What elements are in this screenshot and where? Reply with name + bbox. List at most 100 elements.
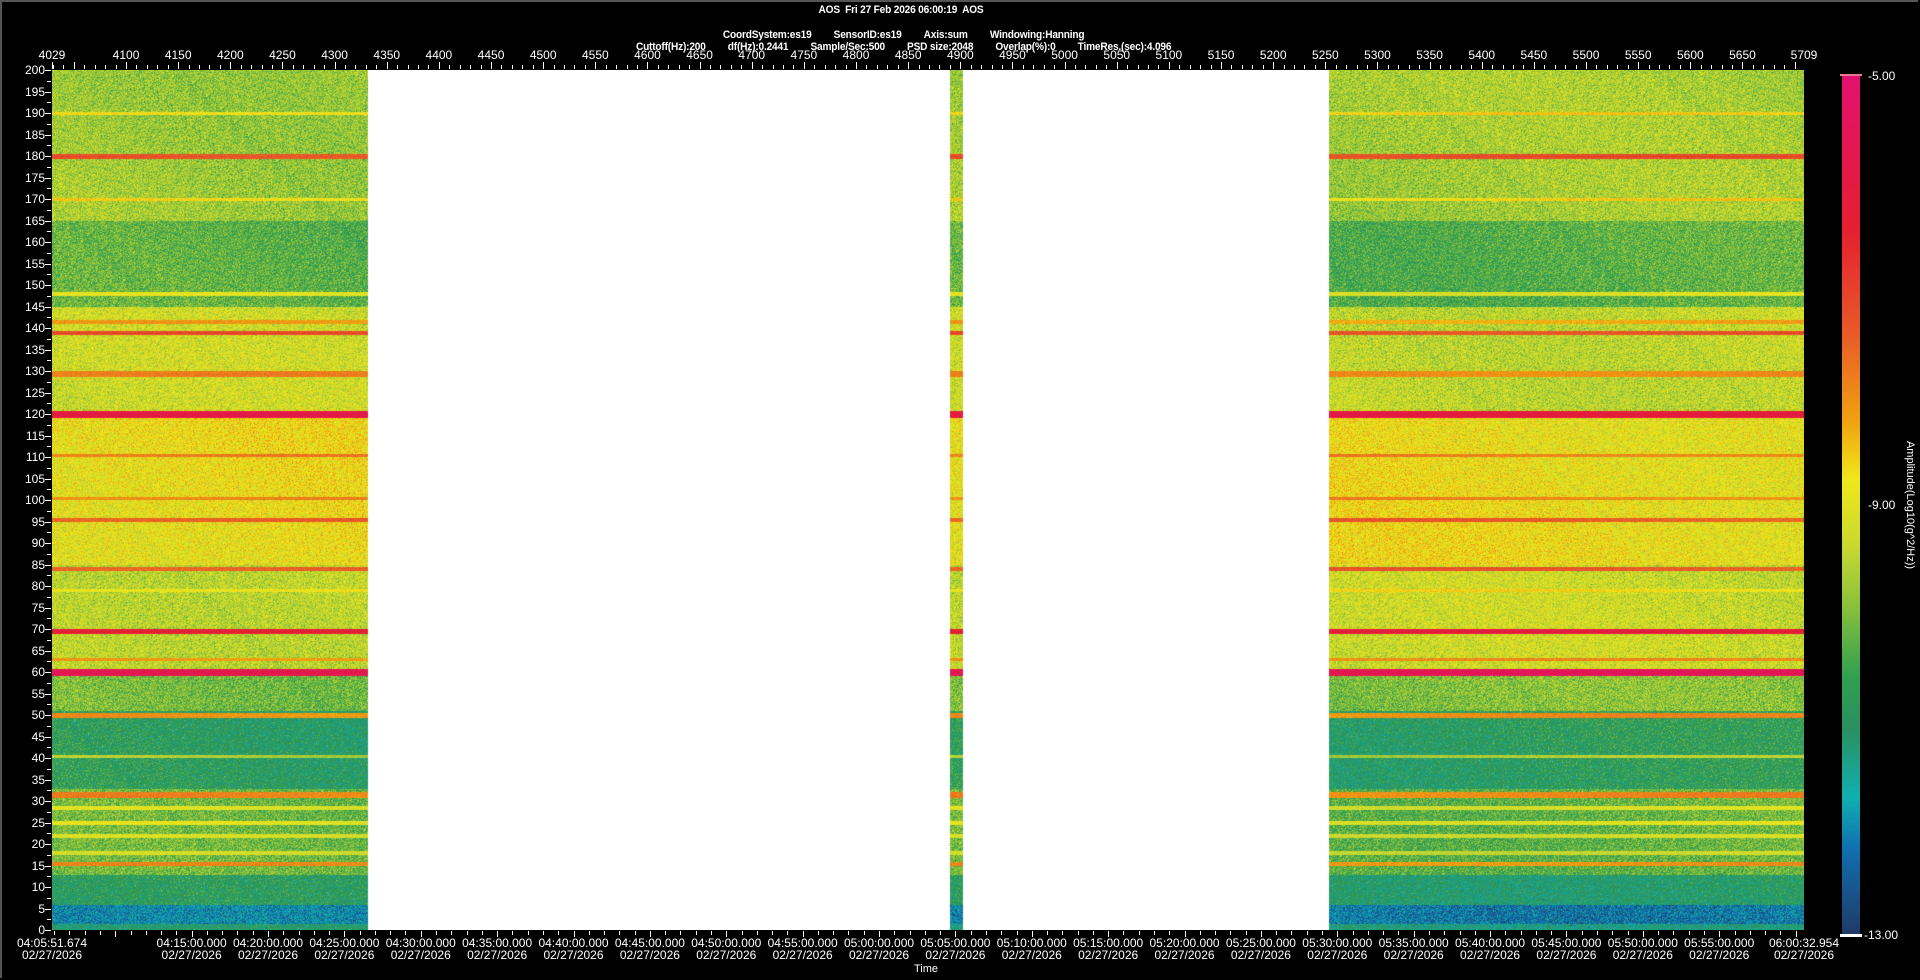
- time-axis-tick: [864, 931, 865, 935]
- top-axis-label: 5650: [1729, 48, 1756, 62]
- y-axis-tick: [45, 565, 51, 566]
- time-axis-tick: [451, 931, 452, 935]
- time-label: 05:10:00.000 02/27/2026: [997, 937, 1067, 961]
- y-axis-tick: [45, 737, 51, 738]
- time-axis-tick: [1139, 931, 1140, 935]
- top-axis-label: 4500: [529, 48, 557, 62]
- top-axis-tick: [1596, 65, 1597, 69]
- y-axis-label: 90: [31, 536, 45, 550]
- time-axis-tick: [1475, 931, 1476, 935]
- time-axis-tick: [1460, 931, 1461, 935]
- colorbar-tick-mid: -9.00: [1868, 498, 1896, 512]
- time-axis-tick: [115, 931, 116, 937]
- y-axis-tick: [45, 414, 51, 415]
- top-axis-tick: [157, 65, 158, 69]
- top-axis-tick: [63, 65, 64, 69]
- time-axis-tick: [1689, 931, 1690, 935]
- y-axis-tick: [45, 113, 51, 114]
- y-axis-label: 135: [24, 342, 45, 357]
- y-axis-tick: [45, 156, 51, 157]
- y-axis-label: 180: [24, 149, 45, 163]
- time-axis-tick: [375, 931, 376, 935]
- spectrogram-plot[interactable]: [52, 70, 1804, 930]
- top-axis-label: 4750: [790, 48, 818, 62]
- top-axis-tick: [84, 65, 85, 69]
- top-axis-tick: [95, 65, 96, 69]
- time-axis-tick: [528, 931, 529, 935]
- top-axis-tick: [1106, 65, 1107, 69]
- top-axis-tick: [1534, 62, 1535, 69]
- y-axis-tick: [45, 178, 51, 179]
- y-axis-label: 190: [24, 106, 45, 120]
- y-axis-label: 160: [24, 235, 45, 249]
- y-axis-label: 130: [24, 364, 45, 378]
- top-axis-tick: [52, 62, 53, 69]
- top-axis-label: 4100: [112, 48, 140, 62]
- time-label-date: 02/27/2026: [1773, 948, 1835, 962]
- top-axis-tick: [929, 65, 930, 69]
- top-axis-tick: [314, 65, 315, 69]
- y-axis-label: 115: [25, 428, 45, 443]
- time-label: 06:00:32.954 02/27/2026: [1769, 937, 1839, 961]
- time-axis-tick: [1612, 931, 1613, 935]
- time-label: 04:15:00.000 02/27/2026: [157, 937, 227, 961]
- y-axis-tick: [45, 221, 51, 222]
- y-axis-minor-tick: [47, 317, 51, 318]
- top-axis-tick: [1586, 62, 1587, 69]
- top-axis-tick: [168, 65, 169, 69]
- y-axis-tick: [45, 135, 51, 136]
- top-axis-tick: [1628, 65, 1629, 69]
- top-axis-tick: [804, 62, 805, 69]
- time-axis-tick: [283, 931, 284, 935]
- y-axis-label: 175: [24, 170, 45, 185]
- y-axis-label: 50: [31, 708, 45, 722]
- top-axis-label: 5600: [1676, 48, 1704, 62]
- y-axis-minor-tick: [47, 231, 51, 232]
- top-axis-tick: [335, 62, 336, 69]
- top-axis-tick: [1158, 65, 1159, 69]
- time-axis-tick: [665, 931, 666, 935]
- top-axis-tick: [877, 65, 878, 69]
- time-label: 05:35:00.000 02/27/2026: [1379, 937, 1449, 961]
- top-axis-tick: [679, 65, 680, 69]
- time-axis-tick: [1307, 931, 1308, 935]
- top-axis-label: 5150: [1207, 48, 1235, 62]
- time-axis-tick: [314, 931, 315, 935]
- y-axis-minor-tick: [47, 124, 51, 125]
- time-axis-tick: [696, 931, 697, 935]
- time-axis-tick: [436, 931, 437, 935]
- time-axis-tick: [910, 931, 911, 935]
- top-axis-tick: [1284, 65, 1285, 69]
- colorbar-tick-max: -5.00: [1868, 69, 1896, 83]
- top-axis-label: 4200: [216, 48, 244, 62]
- y-axis-minor-tick: [47, 683, 51, 684]
- y-axis-label: 150: [24, 278, 45, 292]
- y-axis-label: 140: [24, 321, 45, 335]
- top-axis-tick: [178, 62, 179, 69]
- top-axis-tick: [1085, 65, 1086, 69]
- top-axis-tick: [950, 65, 951, 69]
- time-label-date: 02/27/2026: [543, 948, 604, 962]
- top-axis-tick: [1169, 62, 1170, 69]
- top-axis-tick: [1221, 62, 1222, 69]
- y-axis-tick: [45, 758, 51, 759]
- top-axis-tick: [887, 65, 888, 69]
- time-label-date: 02/27/2026: [1307, 948, 1368, 962]
- y-axis-minor-tick: [47, 274, 51, 275]
- y-axis-tick: [45, 586, 51, 587]
- time-axis-tick: [131, 931, 132, 935]
- time-axis-tick: [558, 931, 559, 935]
- time-label: 04:30:00.000 02/27/2026: [386, 937, 456, 961]
- time-axis-tick: [742, 931, 743, 935]
- time-label-date: 02/27/2026: [1612, 948, 1673, 962]
- y-axis-tick: [45, 242, 51, 243]
- top-axis-tick: [992, 65, 993, 69]
- y-axis-tick: [45, 694, 51, 695]
- chart-title: AOS Fri 27 Feb 2026 06:00:19 AOS: [818, 4, 984, 16]
- top-axis-tick: [1701, 65, 1702, 69]
- y-axis-label: 195: [24, 84, 45, 99]
- y-axis-minor-tick: [47, 167, 51, 168]
- spectrogram-canvas[interactable]: [52, 70, 1804, 930]
- top-axis-tick: [1200, 65, 1201, 69]
- time-axis-tick: [894, 931, 895, 935]
